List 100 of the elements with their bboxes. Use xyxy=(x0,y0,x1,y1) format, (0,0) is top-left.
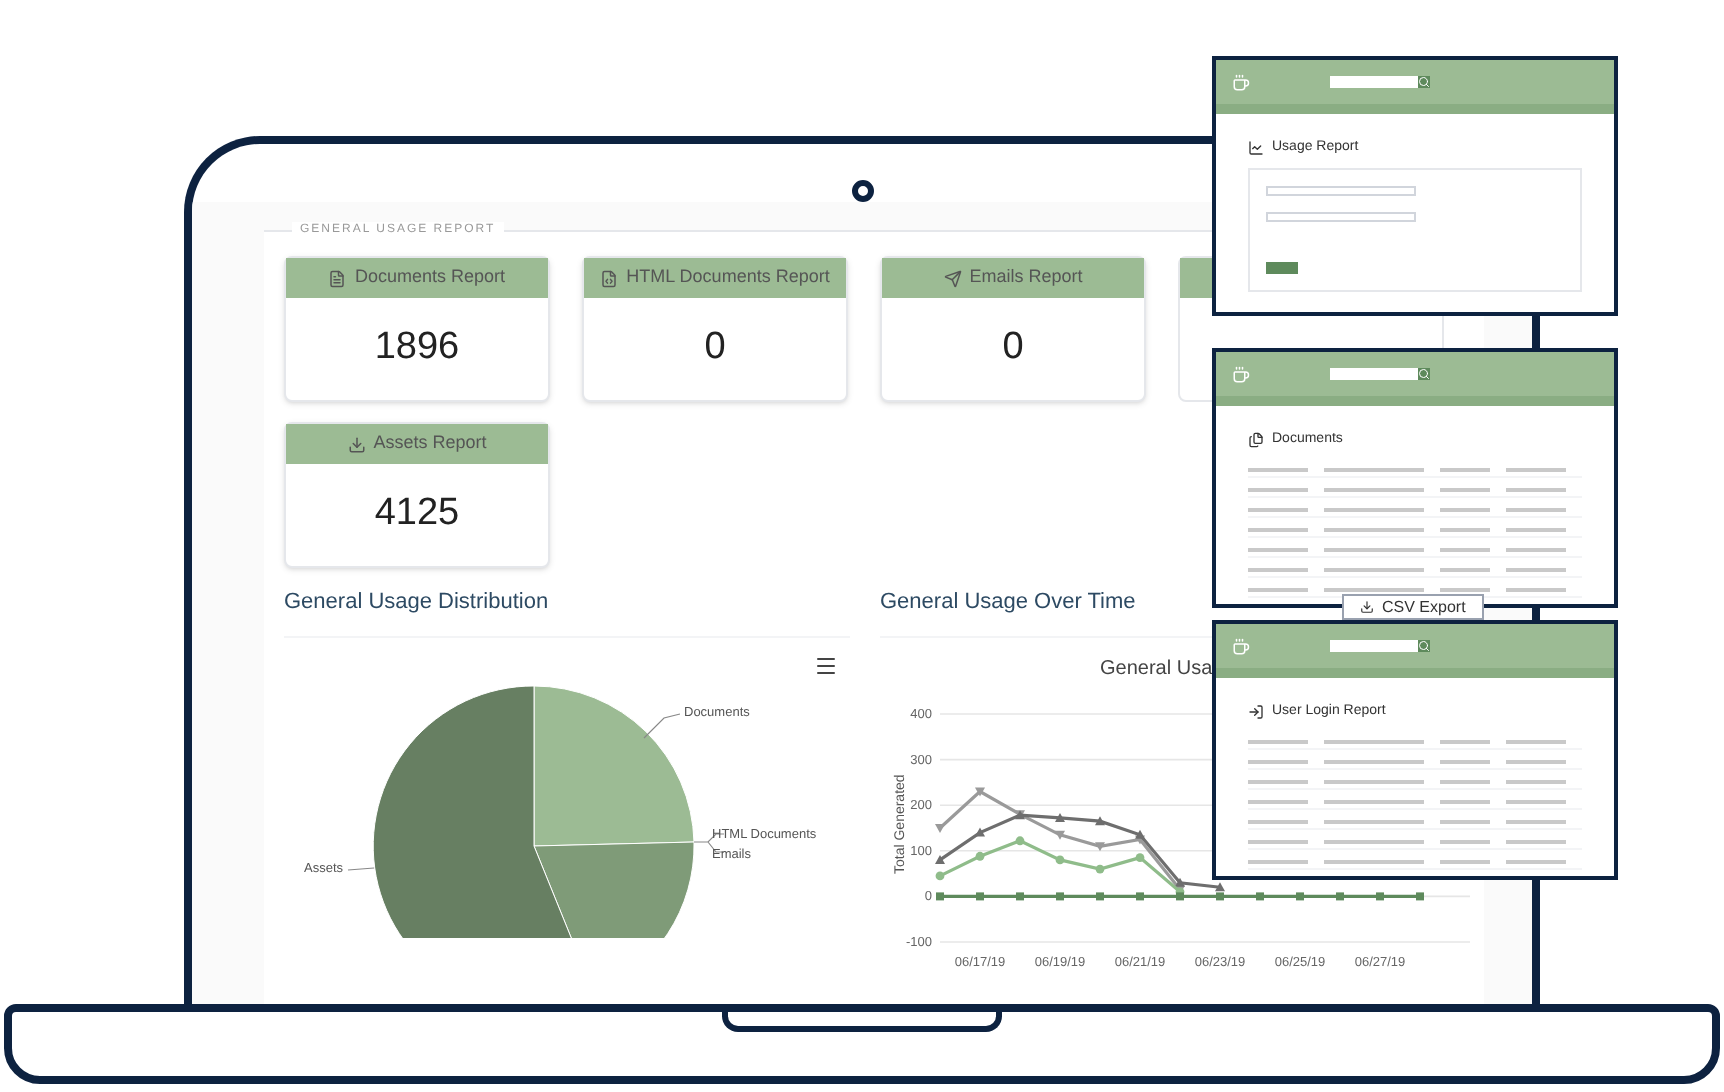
point xyxy=(1336,891,1344,900)
text-line xyxy=(1440,779,1490,783)
point xyxy=(1056,891,1064,900)
cup-icon xyxy=(1232,637,1250,655)
point xyxy=(935,823,945,832)
text-line xyxy=(1324,587,1424,591)
point xyxy=(1095,863,1105,873)
menu-icon[interactable] xyxy=(814,653,838,677)
text-line xyxy=(1248,527,1308,531)
point xyxy=(1095,841,1105,851)
text-line xyxy=(1324,507,1424,511)
download-icon xyxy=(347,435,366,453)
document-icon xyxy=(600,269,619,287)
search-icon[interactable] xyxy=(1418,368,1430,380)
point xyxy=(1016,891,1024,900)
page-icon xyxy=(1248,704,1264,721)
text-line xyxy=(1324,567,1424,571)
text-line xyxy=(1248,487,1308,491)
csv-export-button[interactable]: CSV Export xyxy=(1342,594,1484,620)
point xyxy=(1015,835,1025,845)
text-line xyxy=(1248,779,1308,783)
card-count: 1896 xyxy=(374,324,460,373)
date-field[interactable] xyxy=(1266,211,1416,221)
point xyxy=(1296,891,1304,900)
text-line xyxy=(1248,759,1308,763)
search-icon[interactable] xyxy=(1418,76,1430,88)
download-icon xyxy=(1360,600,1374,614)
text-line xyxy=(1506,819,1566,823)
date-field[interactable] xyxy=(1266,185,1416,195)
point xyxy=(1096,891,1104,900)
text-line xyxy=(1324,779,1424,783)
text-line xyxy=(1248,567,1308,571)
text-line xyxy=(1506,859,1566,863)
chart-title: General Usa xyxy=(1100,657,1213,679)
card-count: 0 xyxy=(704,324,726,373)
text-line xyxy=(1324,467,1424,471)
card-title: Documents Report xyxy=(354,264,506,291)
text-line xyxy=(1440,567,1490,571)
search-field[interactable] xyxy=(1330,640,1430,652)
text-line xyxy=(1506,839,1566,843)
text-line xyxy=(1248,859,1308,863)
page-icon xyxy=(1248,432,1264,449)
text-line xyxy=(1506,587,1566,591)
text-line xyxy=(1440,527,1490,531)
text-line xyxy=(1324,799,1424,803)
chart-icon xyxy=(1248,140,1264,157)
point xyxy=(1416,891,1424,900)
text-line xyxy=(1248,799,1308,803)
text-line xyxy=(1440,487,1490,491)
text-line xyxy=(1248,507,1308,511)
text-line xyxy=(1506,779,1566,783)
text-line xyxy=(1440,467,1490,471)
text-line xyxy=(1506,507,1566,511)
text-line xyxy=(1248,467,1308,471)
text-line xyxy=(1440,739,1490,743)
text-line xyxy=(1440,799,1490,803)
run-report-button[interactable] xyxy=(1266,261,1298,273)
search-icon[interactable] xyxy=(1418,640,1430,652)
text-line xyxy=(1248,587,1308,591)
text-line xyxy=(1324,547,1424,551)
search-field[interactable] xyxy=(1330,368,1430,380)
point xyxy=(1376,891,1384,900)
point xyxy=(935,870,945,880)
point xyxy=(1095,815,1105,825)
text-line xyxy=(1248,547,1308,551)
point xyxy=(1136,891,1144,900)
cup-icon xyxy=(1232,73,1250,91)
text-line xyxy=(1506,739,1566,743)
text-line xyxy=(1440,859,1490,863)
point xyxy=(1135,852,1145,862)
card-title: Assets Report xyxy=(373,430,487,457)
text-line xyxy=(1324,759,1424,763)
point xyxy=(1055,829,1065,839)
point xyxy=(1256,891,1264,900)
text-line xyxy=(1324,839,1424,843)
text-line xyxy=(1506,567,1566,571)
point xyxy=(1215,881,1225,891)
text-line xyxy=(1440,507,1490,511)
document-icon xyxy=(328,269,347,287)
point xyxy=(976,891,984,900)
text-line xyxy=(1324,487,1424,491)
card-count: 0 xyxy=(1002,324,1024,373)
section-heading: General Usage Distribution xyxy=(284,586,850,637)
text-line xyxy=(1506,527,1566,531)
text-line xyxy=(1248,819,1308,823)
search-field[interactable] xyxy=(1330,76,1430,88)
text-line xyxy=(1506,487,1566,491)
point xyxy=(1055,854,1065,864)
text-line xyxy=(1506,799,1566,803)
text-line xyxy=(1440,759,1490,763)
text-line xyxy=(1324,739,1424,743)
text-line xyxy=(1324,859,1424,863)
text-line xyxy=(1506,467,1566,471)
point xyxy=(936,891,944,900)
text-line xyxy=(1440,547,1490,551)
text-line xyxy=(1248,839,1308,843)
text-line xyxy=(1248,739,1308,743)
card-title: HTML Documents Report xyxy=(626,264,830,291)
point xyxy=(1216,891,1224,900)
point xyxy=(975,850,985,860)
